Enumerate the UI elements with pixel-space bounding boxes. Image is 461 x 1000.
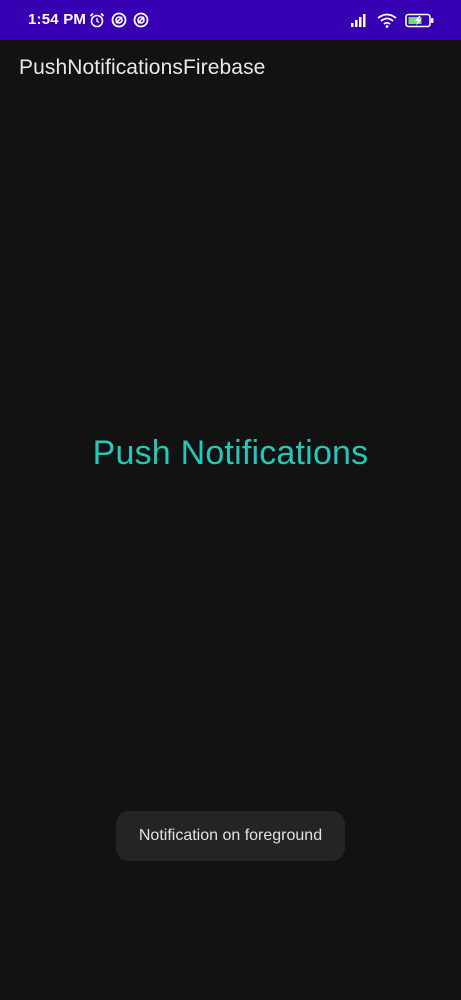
status-time: 1:54 PM xyxy=(28,11,87,28)
target-icon xyxy=(133,12,149,28)
status-icons-left xyxy=(89,11,149,29)
status-icons-right xyxy=(351,11,435,29)
push-notifications-heading: Push Notifications xyxy=(92,434,369,472)
content-area xyxy=(0,98,461,1000)
target-icon xyxy=(111,12,127,28)
app-title: PushNotificationsFirebase xyxy=(19,56,266,79)
app-bar: PushNotificationsFirebase xyxy=(0,40,461,98)
battery-charging-icon xyxy=(405,13,435,28)
toast-text: Notification on foreground xyxy=(138,827,323,844)
status-bar: 1:54 PM xyxy=(0,0,461,40)
signal-icon xyxy=(351,13,369,27)
toast-message: Notification on foreground xyxy=(116,811,345,861)
wifi-icon xyxy=(377,13,397,28)
alarm-icon xyxy=(89,12,105,28)
